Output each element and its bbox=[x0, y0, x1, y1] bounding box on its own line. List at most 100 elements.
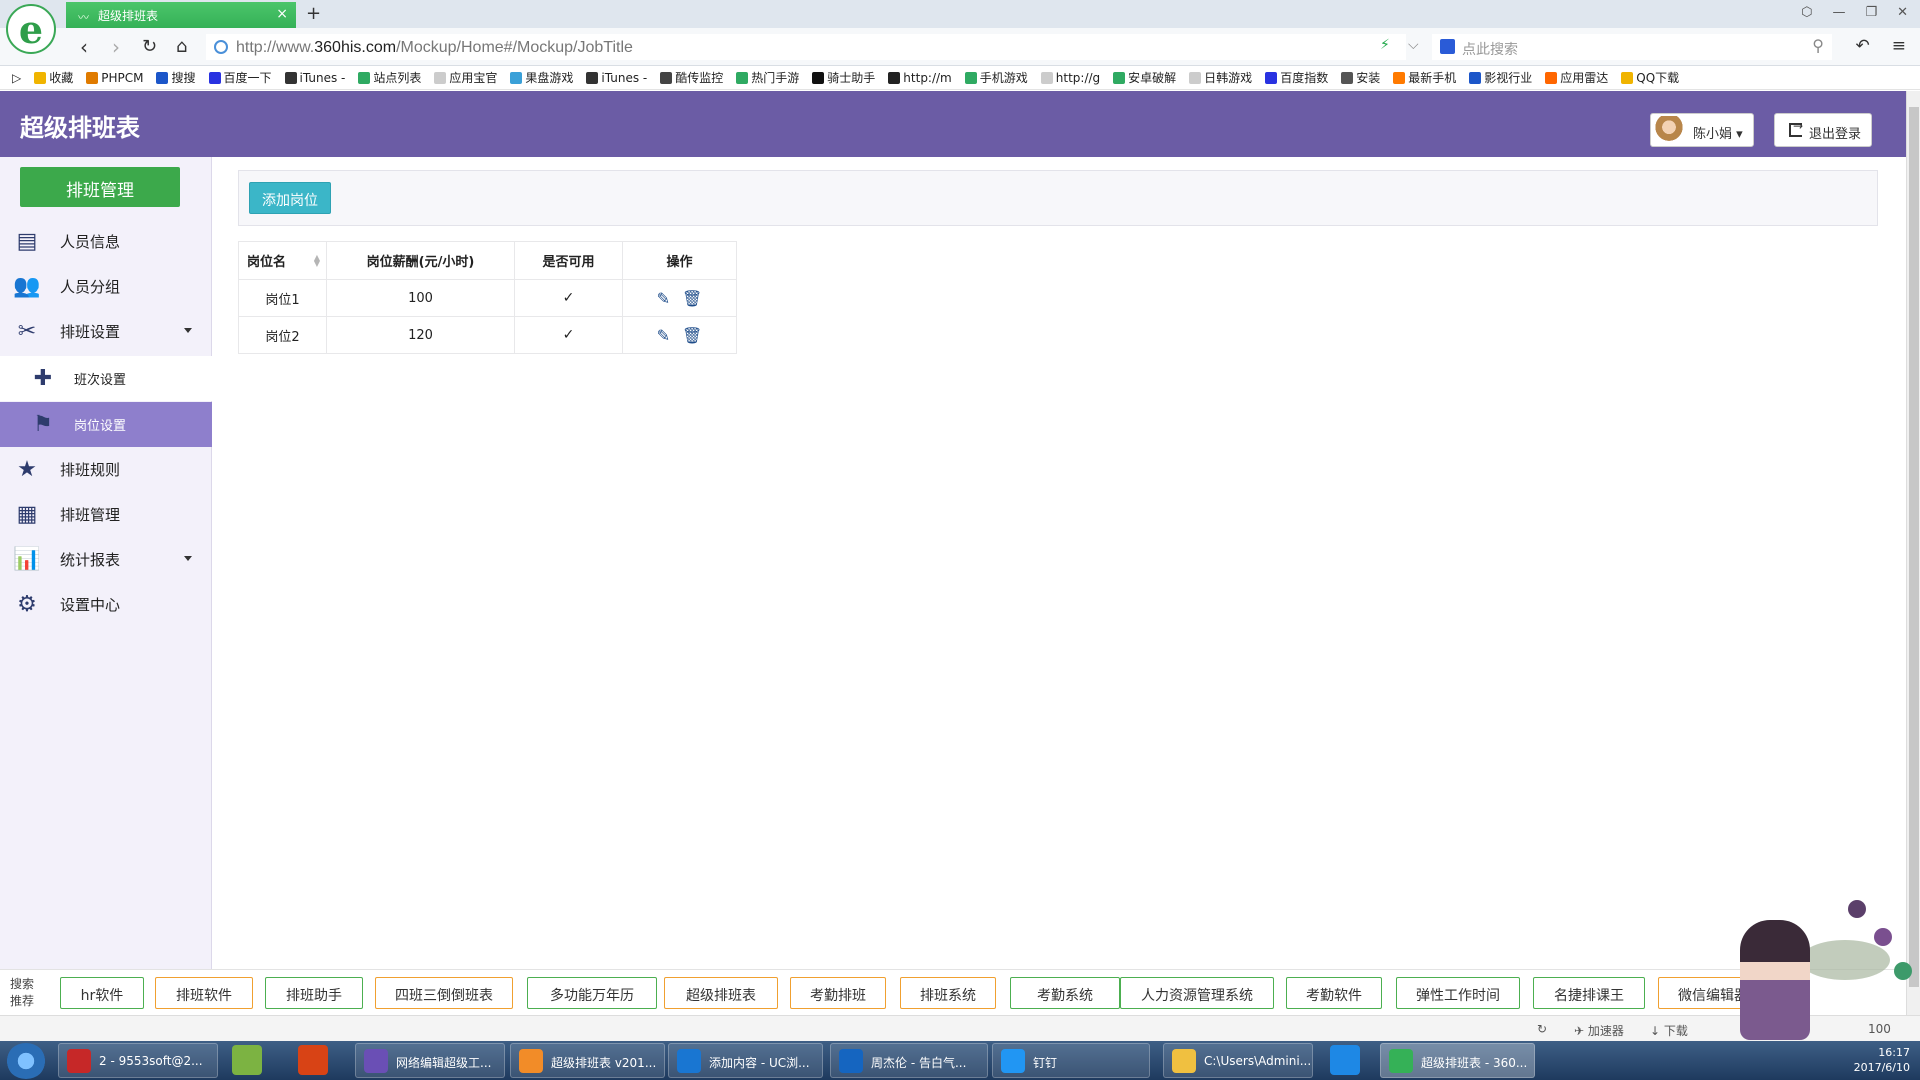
recommend-tag[interactable]: 排班软件 bbox=[155, 977, 253, 1009]
sidebar-item-shift-settings[interactable]: ✚ 班次设置 bbox=[0, 356, 212, 401]
floating-circle-icon[interactable] bbox=[1894, 962, 1912, 980]
taskbar-item[interactable]: 添加内容 - UC浏... bbox=[668, 1043, 823, 1078]
bookmark-item[interactable]: http://g bbox=[1040, 71, 1100, 85]
taskbar-item[interactable]: 2 - 9553soft@2... bbox=[58, 1043, 218, 1078]
bookmark-item[interactable]: 影视行业 bbox=[1469, 69, 1532, 86]
search-engine-icon[interactable] bbox=[1440, 39, 1455, 54]
recommend-tag[interactable]: hr软件 bbox=[60, 977, 144, 1009]
bookmark-item[interactable]: PHPCM bbox=[86, 71, 143, 85]
logout-button[interactable]: 退出登录 bbox=[1774, 113, 1872, 147]
bookmarks-toggle-icon[interactable]: ▷ bbox=[12, 71, 21, 85]
recommend-tag[interactable]: 多功能万年历 bbox=[527, 977, 657, 1009]
bookmark-item[interactable]: 百度一下 bbox=[208, 69, 272, 86]
sidebar-item-schedule-rules[interactable]: ★ 排班规则 bbox=[0, 447, 212, 492]
sidebar-item-schedule-management[interactable]: ▦ 排班管理 bbox=[0, 492, 212, 537]
taskbar-item[interactable]: 网络编辑超级工... bbox=[355, 1043, 505, 1078]
refresh-status-icon[interactable]: ↻ bbox=[1537, 1022, 1547, 1036]
bookmark-label: http://m bbox=[903, 70, 952, 85]
recommend-tag[interactable]: 排班助手 bbox=[265, 977, 363, 1009]
recommend-tag[interactable]: 考勤排班 bbox=[790, 977, 886, 1009]
download-button[interactable]: ↓ 下载 bbox=[1650, 1022, 1688, 1039]
sidebar-item-staff-info[interactable]: ▤ 人员信息 bbox=[0, 219, 212, 264]
taskbar-item[interactable]: 超级排班表 v201... bbox=[510, 1043, 665, 1078]
bookmark-item[interactable]: 搜搜 bbox=[156, 69, 196, 86]
undo-close-icon[interactable]: ↶ bbox=[1856, 36, 1870, 56]
tab-close-icon[interactable]: × bbox=[276, 6, 288, 22]
bookmark-item[interactable]: iTunes - bbox=[284, 71, 345, 85]
column-header-name[interactable]: 岗位名 ▲ ▼ bbox=[238, 241, 327, 280]
speed-mode-icon[interactable]: ⚡ bbox=[1380, 37, 1390, 53]
taskbar-item[interactable]: 超级排班表 - 360... bbox=[1380, 1043, 1535, 1078]
skin-icon[interactable]: ⬡ bbox=[1801, 5, 1812, 20]
taskbar-pinned-app-icon[interactable] bbox=[298, 1045, 328, 1075]
taskbar-item[interactable]: 钉钉 bbox=[992, 1043, 1150, 1078]
reload-icon[interactable]: ↻ bbox=[142, 36, 157, 57]
bookmark-item[interactable]: 最新手机 bbox=[1393, 69, 1456, 86]
maximize-icon[interactable]: ❐ bbox=[1865, 5, 1877, 20]
accelerator-button[interactable]: ✈ 加速器 bbox=[1574, 1022, 1624, 1039]
sidebar-item-settings-center[interactable]: ⚙ 设置中心 bbox=[0, 582, 212, 627]
taskbar-pinned-app-icon[interactable] bbox=[232, 1045, 262, 1075]
taskbar-pinned-app-icon[interactable] bbox=[1330, 1045, 1360, 1075]
clock-time[interactable]: 16:17 bbox=[1854, 1045, 1910, 1060]
search-icon[interactable]: ⚲ bbox=[1812, 36, 1824, 55]
recommend-tag[interactable]: 四班三倒倒班表 bbox=[375, 977, 513, 1009]
sidebar-item-staff-groups[interactable]: 👥 人员分组 bbox=[0, 264, 212, 309]
bookmark-item[interactable]: 应用宝官 bbox=[434, 69, 497, 86]
recommend-tag[interactable]: 考勤软件 bbox=[1286, 977, 1382, 1009]
taskbar-item[interactable]: 周杰伦 - 告白气... bbox=[830, 1043, 988, 1078]
new-tab-button[interactable]: + bbox=[306, 3, 321, 24]
minimize-icon[interactable]: — bbox=[1832, 5, 1845, 20]
floating-circle-icon[interactable] bbox=[1874, 928, 1892, 946]
floating-circle-icon[interactable] bbox=[1848, 900, 1866, 918]
add-position-button[interactable]: 添加岗位 bbox=[249, 182, 331, 214]
sort-icon[interactable]: ▲ ▼ bbox=[314, 254, 320, 268]
recommend-tag[interactable]: 排班系统 bbox=[900, 977, 996, 1009]
bookmark-item[interactable]: QQ下载 bbox=[1621, 69, 1679, 86]
bookmark-item[interactable]: 手机游戏 bbox=[964, 69, 1028, 86]
delete-icon[interactable]: 🗑 bbox=[682, 326, 702, 345]
recommend-tag[interactable]: 超级排班表 bbox=[664, 977, 778, 1009]
taskbar-item[interactable]: C:\Users\Admini... bbox=[1163, 1043, 1313, 1078]
schedule-management-button[interactable]: 排班管理 bbox=[20, 167, 180, 207]
close-window-icon[interactable]: ✕ bbox=[1897, 5, 1908, 20]
page-scrollbar[interactable] bbox=[1906, 91, 1920, 1015]
tab-favicon-icon: 〰 bbox=[78, 11, 89, 24]
edit-icon[interactable]: ✎ bbox=[657, 326, 670, 345]
bookmark-item[interactable]: 安卓破解 bbox=[1113, 69, 1176, 86]
scrollbar-thumb[interactable] bbox=[1909, 107, 1919, 987]
bookmark-item[interactable]: 安装 bbox=[1341, 69, 1380, 86]
bookmark-item[interactable]: 百度指数 bbox=[1265, 69, 1328, 86]
bookmark-item[interactable]: 骑士助手 bbox=[812, 69, 875, 86]
recommend-tag[interactable]: 名捷排课王 bbox=[1533, 977, 1645, 1009]
bookmark-item[interactable]: 热门手游 bbox=[736, 69, 799, 86]
recommend-tag[interactable]: 考勤系统 bbox=[1010, 977, 1120, 1009]
clock-date[interactable]: 2017/6/10 bbox=[1854, 1060, 1910, 1075]
bookmark-item[interactable]: 站点列表 bbox=[358, 69, 421, 86]
sidebar-item-statistics[interactable]: 📊 统计报表 bbox=[0, 537, 212, 582]
bookmark-item[interactable]: iTunes - bbox=[586, 71, 647, 85]
bookmark-item[interactable]: 日韩游戏 bbox=[1189, 69, 1252, 86]
bookmark-item[interactable]: 收藏 bbox=[34, 69, 73, 86]
bookmark-item[interactable]: 果盘游戏 bbox=[510, 69, 573, 86]
forward-icon[interactable]: › bbox=[112, 35, 120, 59]
home-icon[interactable]: ⌂ bbox=[176, 36, 187, 57]
user-menu-button[interactable]: 陈小娟 ▾ bbox=[1650, 113, 1754, 147]
sidebar-item-position-settings[interactable]: ⚑ 岗位设置 bbox=[0, 402, 212, 447]
delete-icon[interactable]: 🗑 bbox=[682, 289, 702, 308]
start-button-icon[interactable] bbox=[6, 1043, 46, 1079]
menu-icon[interactable]: ≡ bbox=[1892, 36, 1906, 56]
edit-icon[interactable]: ✎ bbox=[657, 289, 670, 308]
bookmark-item[interactable]: 应用雷达 bbox=[1545, 69, 1608, 86]
browser-tab-active[interactable]: 〰 超级排班表 × bbox=[66, 2, 296, 28]
sidebar-item-schedule-settings[interactable]: ✂ 排班设置 bbox=[0, 309, 212, 354]
site-info-icon[interactable] bbox=[214, 40, 228, 54]
search-input[interactable]: 点此搜索 ⚲ bbox=[1432, 34, 1832, 60]
recommend-tag[interactable]: 人力资源管理系统 bbox=[1120, 977, 1274, 1009]
url-input[interactable]: http://www.360his.com/Mockup/Home#/Mocku… bbox=[206, 34, 1406, 60]
recommend-tag[interactable]: 弹性工作时间 bbox=[1396, 977, 1520, 1009]
bookmark-item[interactable]: 酷传监控 bbox=[660, 69, 723, 86]
bookmark-item[interactable]: http://m bbox=[888, 70, 952, 85]
back-icon[interactable]: ‹ bbox=[80, 35, 88, 59]
url-dropdown-icon[interactable]: ⌵ bbox=[1408, 37, 1419, 53]
